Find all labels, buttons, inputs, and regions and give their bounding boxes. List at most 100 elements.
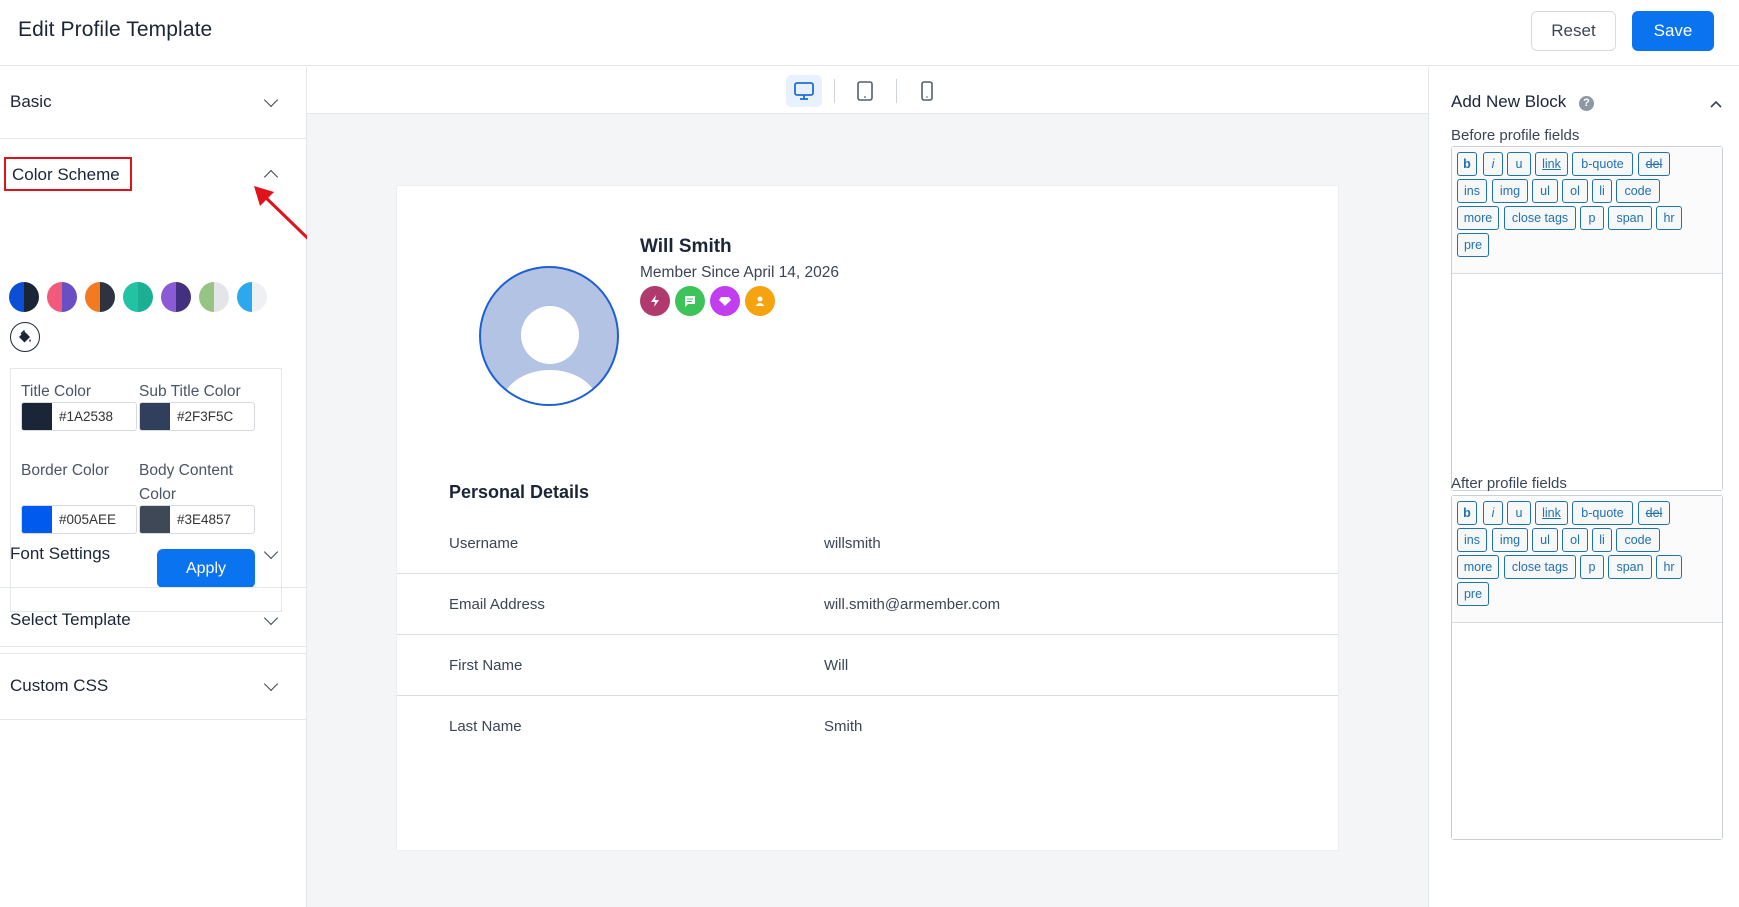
color-swatch[interactable] xyxy=(123,282,153,312)
color-swatch[interactable] xyxy=(161,282,191,312)
quicktag-code-button[interactable]: code xyxy=(1616,179,1660,203)
quicktag-img-button[interactable]: img xyxy=(1492,179,1528,203)
title-color-label: Title Color xyxy=(21,383,92,400)
accordion-font-settings[interactable]: Font Settings xyxy=(0,522,306,588)
chevron-up-icon[interactable] xyxy=(1710,100,1722,108)
chevron-down-icon xyxy=(263,676,279,692)
quicktags-toolbar: b i u link b-quote del ins img ul ol li code more clo… xyxy=(1452,496,1722,623)
quicktag-span-button[interactable]: span xyxy=(1608,206,1652,230)
quicktag-u-button[interactable]: u xyxy=(1507,152,1531,176)
add-block-title: Add New Block xyxy=(1451,92,1567,111)
quicktag-u-button[interactable]: u xyxy=(1507,501,1531,525)
quicktag-del-button[interactable]: del xyxy=(1638,152,1670,176)
quicktag-img-button[interactable]: img xyxy=(1492,528,1528,552)
quicktag-pre-button[interactable]: pre xyxy=(1457,233,1489,257)
quicktag-ol-button[interactable]: ol xyxy=(1562,528,1588,552)
after-fields-textarea[interactable] xyxy=(1452,624,1722,839)
color-swatch[interactable] xyxy=(85,282,115,312)
quicktag-hr-button[interactable]: hr xyxy=(1656,555,1682,579)
subtitle-color-chip xyxy=(140,403,170,430)
quicktag-b-button[interactable]: b xyxy=(1457,501,1477,525)
detail-row: Email Address will.smith@armember.com xyxy=(397,574,1338,635)
quicktag-link-button[interactable]: link xyxy=(1535,501,1568,525)
save-button[interactable]: Save xyxy=(1632,11,1714,51)
quicktag-pre-button[interactable]: pre xyxy=(1457,582,1489,606)
quicktag-hr-button[interactable]: hr xyxy=(1656,206,1682,230)
preview-canvas: Will Smith Member Since April 14, 2026 P… xyxy=(307,67,1428,907)
quicktag-b-button[interactable]: b xyxy=(1457,152,1477,176)
detail-row: First Name Will xyxy=(397,635,1338,696)
detail-row: Username willsmith xyxy=(397,513,1338,574)
quicktag-ins-button[interactable]: ins xyxy=(1457,528,1487,552)
accordion-select-template-label: Select Template xyxy=(10,610,131,629)
paint-bucket-icon[interactable] xyxy=(10,322,40,352)
badge-user[interactable] xyxy=(745,286,775,316)
accordion-custom-css-label: Custom CSS xyxy=(10,676,109,695)
detail-label: Email Address xyxy=(449,596,545,613)
tablet-icon xyxy=(857,81,873,101)
subtitle-color-field[interactable]: #2F3F5C xyxy=(139,402,255,431)
quicktag-i-button[interactable]: i xyxy=(1483,152,1503,176)
quicktag-p-button[interactable]: p xyxy=(1580,555,1604,579)
badge-bolt[interactable] xyxy=(640,286,670,316)
quicktag-span-button[interactable]: span xyxy=(1608,555,1652,579)
quicktag-code-button[interactable]: code xyxy=(1616,528,1660,552)
reset-button[interactable]: Reset xyxy=(1531,11,1616,51)
quicktag-close-tags-button[interactable]: close tags xyxy=(1504,206,1576,230)
color-swatch[interactable] xyxy=(47,282,77,312)
quicktag-close-tags-button[interactable]: close tags xyxy=(1504,555,1576,579)
color-swatch[interactable] xyxy=(199,282,229,312)
color-swatch[interactable] xyxy=(9,282,39,312)
diamond-icon xyxy=(719,297,731,306)
quicktag-more-button[interactable]: more xyxy=(1457,206,1499,230)
chevron-down-icon xyxy=(263,92,279,108)
page-title: Edit Profile Template xyxy=(18,18,213,41)
quicktag-li-button[interactable]: li xyxy=(1592,528,1612,552)
quicktag-p-button[interactable]: p xyxy=(1580,206,1604,230)
mobile-view-button[interactable] xyxy=(909,75,945,107)
quicktag-li-button[interactable]: li xyxy=(1592,179,1612,203)
quicktag-i-button[interactable]: i xyxy=(1483,501,1503,525)
member-since-text: Member Since April 14, 2026 xyxy=(640,264,840,281)
help-icon[interactable]: ? xyxy=(1579,96,1594,111)
before-fields-label: Before profile fields xyxy=(1451,127,1580,144)
detail-label: First Name xyxy=(449,657,523,674)
quicktag-ol-button[interactable]: ol xyxy=(1562,179,1588,203)
tablet-view-button[interactable] xyxy=(847,75,883,107)
quicktag-ins-button[interactable]: ins xyxy=(1457,179,1487,203)
badge-diamond[interactable] xyxy=(710,286,740,316)
device-switcher xyxy=(307,67,1428,114)
badge-chat[interactable] xyxy=(675,286,705,316)
avatar xyxy=(479,266,619,406)
quicktag-more-button[interactable]: more xyxy=(1457,555,1499,579)
quicktag-link-button[interactable]: link xyxy=(1535,152,1568,176)
quicktags-toolbar: b i u link b-quote del ins img ul ol li code more clo… xyxy=(1452,147,1722,274)
body-color-label-line2: Color xyxy=(139,486,177,503)
accordion-custom-css[interactable]: Custom CSS xyxy=(0,654,306,720)
border-color-label: Border Color xyxy=(21,462,109,479)
before-fields-textarea[interactable] xyxy=(1452,275,1722,490)
accordion-select-template[interactable]: Select Template xyxy=(0,588,306,654)
desktop-icon xyxy=(794,82,814,100)
detail-value: Will xyxy=(824,657,849,674)
quicktag-b-quote-button[interactable]: b-quote xyxy=(1572,152,1633,176)
quicktag-ul-button[interactable]: ul xyxy=(1532,179,1558,203)
chat-icon xyxy=(685,296,695,307)
accordion-basic-label: Basic xyxy=(10,92,52,111)
quicktag-del-button[interactable]: del xyxy=(1638,501,1670,525)
color-swatch[interactable] xyxy=(237,282,267,312)
desktop-view-button[interactable] xyxy=(786,75,822,107)
bolt-icon xyxy=(651,295,659,307)
quicktag-ul-button[interactable]: ul xyxy=(1532,528,1558,552)
accordion-color-scheme-label[interactable]: Color Scheme xyxy=(4,157,132,191)
subtitle-color-value: #2F3F5C xyxy=(177,409,234,424)
title-color-field[interactable]: #1A2538 xyxy=(21,402,137,431)
quicktag-b-quote-button[interactable]: b-quote xyxy=(1572,501,1633,525)
personal-details-title: Personal Details xyxy=(449,482,590,502)
accordion-font-settings-label: Font Settings xyxy=(10,544,111,563)
title-color-chip xyxy=(22,403,52,430)
detail-value: Smith xyxy=(824,718,863,735)
profile-card: Will Smith Member Since April 14, 2026 P… xyxy=(396,185,1339,851)
body-color-label: Body Content Color xyxy=(139,459,233,507)
accordion-basic[interactable]: Basic xyxy=(0,67,306,139)
